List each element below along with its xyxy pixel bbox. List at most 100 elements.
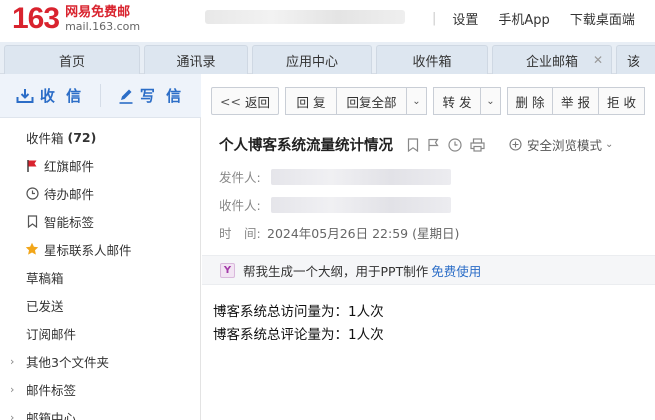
- double-chevron-left-icon: <<: [220, 93, 241, 109]
- user-account-blurred[interactable]: [205, 10, 405, 24]
- chevron-down-icon: ⌄: [486, 95, 495, 107]
- red-flag-icon: [24, 159, 40, 172]
- reply-all-button[interactable]: 回复全部: [337, 87, 407, 115]
- tab-current-mail-label: 该: [627, 54, 641, 70]
- tab-home-label: 首页: [58, 54, 85, 70]
- close-icon[interactable]: ✕: [593, 53, 603, 67]
- sidebar-item-label: 待办邮件: [44, 186, 95, 202]
- inbox-download-icon: [16, 88, 34, 103]
- to-label: 收件人:: [219, 198, 261, 213]
- mail-body-line: 博客系统总访问量为：1人次: [213, 304, 384, 320]
- sidebar-item-label: 智能标签: [44, 214, 95, 230]
- ai-prompt-text: 帮我生成一个大纲，用于PPT制作: [243, 263, 429, 279]
- from-label: 发件人:: [219, 170, 261, 185]
- recipient-blurred[interactable]: [271, 196, 451, 213]
- subject-row: 个人博客系统流量统计情况 安全浏览模式 ⌄: [219, 134, 613, 155]
- back-button[interactable]: << 返回: [211, 87, 279, 115]
- tab-contacts-label: 通讯录: [176, 54, 216, 70]
- sidebar-item-sent[interactable]: 已发送: [0, 291, 201, 319]
- sidebar-item-label: 星标联系人邮件: [44, 242, 132, 258]
- reply-group: 回 复 回复全部 ⌄: [285, 87, 427, 115]
- sidebar-item-drafts[interactable]: 草稿箱: [0, 263, 201, 291]
- logo[interactable]: 163 网易免费邮 mail.163.com: [12, 4, 140, 34]
- safe-browsing-toggle[interactable]: 安全浏览模式 ⌄: [509, 135, 613, 154]
- delete-button[interactable]: 删 除: [507, 87, 553, 115]
- forward-group: 转 发 ⌄: [433, 87, 501, 115]
- sidebar-item-mail-center[interactable]: › 邮箱中心: [0, 403, 201, 420]
- forward-label: 转 发: [442, 94, 472, 110]
- sidebar-item-label: 已发送: [26, 298, 64, 314]
- sidebar-item-mail-tags[interactable]: › 邮件标签: [0, 375, 201, 403]
- time-value: 2024年05月26日 22:59 (星期日): [267, 226, 460, 241]
- mail-body-line: 博客系统总评论量为：1人次: [213, 327, 384, 343]
- action-group: 删 除 举 报 拒 收: [507, 87, 645, 115]
- top-header: 163 网易免费邮 mail.163.com | 设置 手机App 下载桌面端: [0, 0, 655, 42]
- time-row: 时 间: 2024年05月26日 22:59 (星期日): [219, 223, 459, 242]
- clock-icon: [24, 186, 40, 200]
- sidebar-item-subscriptions[interactable]: 订阅邮件: [0, 319, 201, 347]
- sidebar-item-other-folders[interactable]: › 其他3个文件夹: [0, 347, 201, 375]
- logo-url: mail.163.com: [65, 20, 141, 33]
- mail-toolbar: << 返回 回 复 回复全部 ⌄ 转 发 ⌄ 删 除 举 报 拒 收: [211, 87, 651, 115]
- from-row: 发件人:: [219, 167, 451, 186]
- tab-app-center-label: 应用中心: [285, 54, 338, 70]
- sidebar-item-label: 订阅邮件: [26, 326, 77, 342]
- chevron-right-icon: ›: [10, 382, 15, 396]
- tab-enterprise-mail-label: 企业邮箱: [525, 54, 578, 70]
- tab-current-mail[interactable]: 该: [616, 45, 655, 74]
- ai-assistant-bar: Y 帮我生成一个大纲，用于PPT制作 免费使用: [202, 255, 655, 285]
- chevron-right-icon: ›: [10, 410, 15, 420]
- write-label: 写 信: [139, 87, 185, 105]
- chevron-down-icon: ⌄: [605, 139, 614, 150]
- logo-number: 163: [12, 2, 60, 35]
- sidebar-item-todo[interactable]: 待办邮件: [0, 179, 201, 207]
- sidebar-item-starred-contacts[interactable]: 星标联系人邮件: [0, 235, 201, 263]
- ai-free-use-link[interactable]: 免费使用: [431, 261, 481, 280]
- compose-row: 收 信 写 信: [0, 74, 201, 118]
- clock-icon[interactable]: [448, 137, 462, 152]
- to-row: 收件人:: [219, 195, 451, 214]
- download-desktop-link[interactable]: 下载桌面端: [570, 9, 635, 28]
- reply-button[interactable]: 回 复: [285, 87, 337, 115]
- unread-count: (72): [67, 129, 97, 145]
- safe-browsing-label: 安全浏览模式: [527, 138, 603, 153]
- receive-button[interactable]: 收 信: [0, 74, 100, 117]
- back-label: 返回: [244, 94, 270, 110]
- sidebar-item-smart-tags[interactable]: 智能标签: [0, 207, 201, 235]
- delete-label: 删 除: [515, 94, 545, 110]
- forward-button[interactable]: 转 发: [433, 87, 481, 115]
- tab-enterprise-mail[interactable]: 企业邮箱 ✕: [492, 45, 612, 74]
- star-icon: [24, 242, 40, 256]
- chevron-down-icon: ⌄: [412, 95, 421, 107]
- sidebar-item-inbox[interactable]: 收件箱 (72): [0, 123, 201, 151]
- divider: |: [432, 11, 437, 26]
- sender-blurred[interactable]: [271, 168, 451, 185]
- mail-subject: 个人博客系统流量统计情况: [219, 138, 393, 154]
- bookmark-icon[interactable]: [407, 137, 419, 152]
- tab-inbox-label: 收件箱: [412, 54, 452, 70]
- receive-label: 收 信: [39, 87, 85, 105]
- mobile-app-link[interactable]: 手机App: [498, 9, 549, 28]
- forward-dropdown-button[interactable]: ⌄: [481, 87, 501, 115]
- reject-button[interactable]: 拒 收: [599, 87, 645, 115]
- tab-app-center[interactable]: 应用中心: [252, 45, 372, 74]
- tab-inbox[interactable]: 收件箱: [376, 45, 488, 74]
- sidebar-item-label: 草稿箱: [26, 270, 64, 286]
- report-button[interactable]: 举 报: [553, 87, 599, 115]
- reply-label: 回 复: [296, 94, 326, 110]
- tab-contacts[interactable]: 通讯录: [144, 45, 248, 74]
- flag-icon[interactable]: [427, 138, 440, 152]
- write-button[interactable]: 写 信: [101, 74, 201, 117]
- sidebar-item-label: 邮件标签: [26, 382, 77, 398]
- report-label: 举 报: [561, 94, 590, 110]
- print-icon[interactable]: [470, 137, 485, 152]
- plus-circle-icon: [509, 138, 522, 151]
- sidebar-item-label: 收件箱: [26, 130, 64, 146]
- bookmark-icon: [24, 214, 40, 228]
- sidebar-item-label: 邮箱中心: [26, 410, 77, 420]
- settings-link[interactable]: 设置: [452, 9, 478, 28]
- tab-home[interactable]: 首页: [4, 45, 140, 74]
- sidebar-item-flagged[interactable]: 红旗邮件: [0, 151, 201, 179]
- reply-dropdown-button[interactable]: ⌄: [407, 87, 427, 115]
- logo-name: 网易免费邮: [65, 5, 131, 20]
